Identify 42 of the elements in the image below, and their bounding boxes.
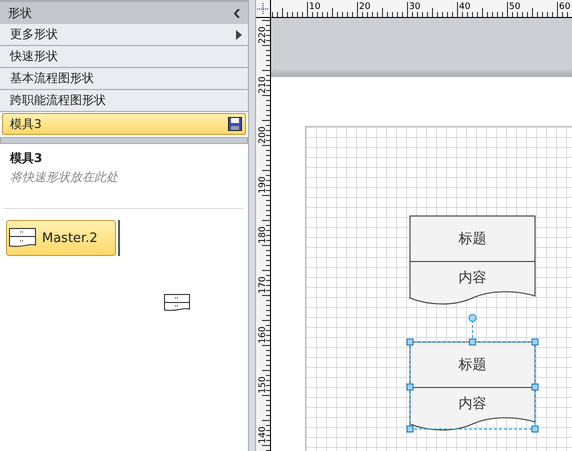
ruler-label: 190 (258, 176, 268, 194)
ruler-label: 220 (258, 26, 268, 44)
shape-content: 内容 (458, 396, 486, 412)
ruler-label: 20 (359, 2, 370, 12)
shapes-menu-item[interactable]: 跨职能流程图形状 (0, 90, 248, 112)
ruler-label: 30 (409, 2, 420, 12)
menu-item-label: 模具3 (10, 116, 42, 132)
shapes-menu-item[interactable]: 快速形状 (0, 46, 248, 68)
menu-item-label: 更多形状 (10, 26, 58, 43)
ruler-label: 200 (258, 126, 268, 144)
document-shape-icon (164, 294, 190, 312)
menu-item-label: 基本流程图形状 (10, 70, 94, 87)
chevron-left-icon[interactable] (234, 8, 240, 18)
ruler-label: 50 (509, 2, 520, 12)
ruler-label: 210 (258, 76, 268, 94)
document-shape[interactable]: 标题 内容 (410, 342, 536, 430)
menu-item-label: 快速形状 (10, 48, 58, 65)
panel-title: 形状 (8, 4, 32, 22)
document-shape-icon (9, 228, 36, 248)
shape-content: 内容 (458, 270, 486, 286)
document-shape[interactable]: 标题 内容 (410, 216, 536, 304)
save-icon[interactable] (228, 117, 242, 131)
master-shape-item[interactable]: Master.2 (6, 220, 116, 256)
ruler-label: 60 (559, 2, 570, 12)
ruler-label: 160 (258, 326, 268, 344)
stencil-title: 模具3 (10, 150, 44, 167)
crosshair-icon (257, 2, 269, 14)
shapes-menu-item[interactable]: 模具3 (2, 113, 246, 135)
ruler-label: 140 (258, 426, 268, 444)
stencil-hint: 将快速形状放在此处 (10, 169, 119, 186)
ruler-label: 170 (258, 276, 268, 294)
shape-title: 标题 (458, 357, 486, 373)
shapes-menu-item[interactable]: 基本流程图形状 (0, 68, 248, 90)
submenu-arrow-icon (236, 30, 242, 40)
ruler-label: 40 (459, 2, 470, 12)
shapes-menu-item[interactable]: 更多形状 (0, 24, 248, 46)
ruler-label: 10 (309, 2, 320, 12)
ruler-label: 180 (258, 226, 268, 244)
menu-item-label: 跨职能流程图形状 (10, 92, 106, 109)
shape-title: 标题 (458, 231, 486, 247)
ruler-label: 150 (258, 376, 268, 394)
selection-handles[interactable] (406, 314, 538, 432)
